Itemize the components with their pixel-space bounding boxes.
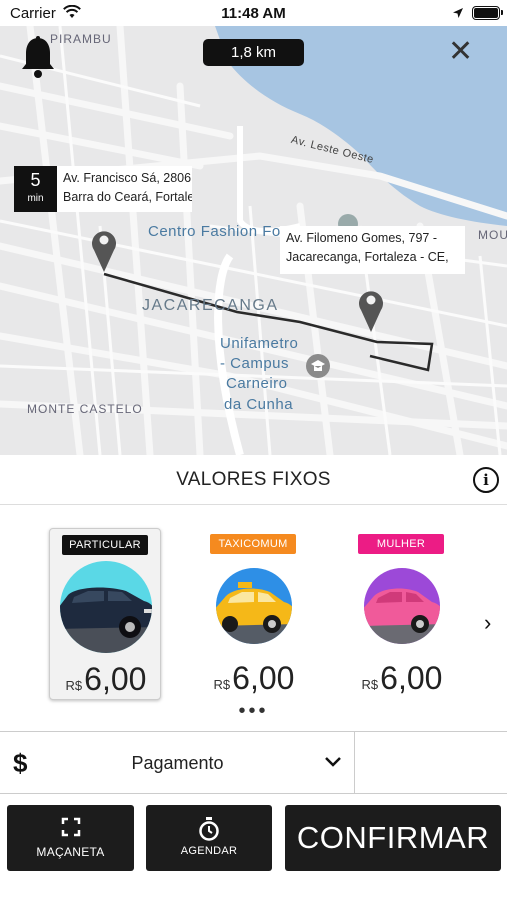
ride-price-mulher: R$6,00 [346, 660, 458, 697]
taxi-icon [216, 568, 292, 644]
destination-address[interactable]: Av. Filomeno Gomes, 797 - Jacarecanga, F… [280, 226, 465, 274]
origin-address-line2: Barra do Ceará, Fortaleza - [63, 190, 192, 204]
agendar-label: AGENDAR [180, 845, 238, 857]
currency-taxicomum: R$ [213, 677, 231, 692]
page-indicator-dots: ••• [238, 700, 269, 722]
currency-particular: R$ [65, 678, 83, 693]
battery-icon [472, 6, 503, 20]
chevron-right-icon[interactable]: › [484, 610, 491, 636]
map-label-poi2-line3: Carneiro [226, 375, 288, 392]
agendar-button[interactable]: AGENDAR [146, 805, 272, 871]
ride-badge-mulher: MULHER [358, 534, 444, 554]
map-label-right: MOU [478, 228, 507, 242]
expand-icon [7, 817, 134, 842]
ride-options: PARTICULAR R$6,00 TAXICOMUM R$6,00 MULHE… [0, 506, 507, 731]
eta-unit: min [27, 193, 44, 204]
map-label-poi: Centro Fashion Fo [148, 223, 281, 240]
confirm-label: CONFIRMAR [296, 820, 490, 855]
map-label-poi2-line1: Unifametro [220, 335, 299, 352]
ride-option-particular[interactable]: PARTICULAR R$6,00 [49, 528, 161, 700]
dollar-icon: $ [13, 748, 28, 778]
confirm-button[interactable]: CONFIRMAR [285, 805, 501, 871]
ride-option-taxicomum[interactable]: TAXICOMUM R$6,00 [198, 528, 310, 700]
status-time: 11:48 AM [221, 5, 286, 22]
map-label-monte-castelo: MONTE CASTELO [27, 402, 143, 416]
macaneta-label: MAÇANETA [36, 845, 105, 859]
ride-option-mulher[interactable]: MULHER R$6,00 [346, 528, 458, 700]
macaneta-button[interactable]: MAÇANETA [7, 805, 134, 871]
car-particular-icon [60, 561, 152, 653]
close-icon[interactable]: ✕ [448, 37, 473, 67]
origin-address[interactable]: Av. Francisco Sá, 2806 - Barra do Ceará,… [57, 166, 192, 212]
destination-address-line2: Jacarecanga, Fortaleza - CE, [286, 250, 449, 264]
info-icon[interactable]: i [473, 467, 499, 493]
route-map[interactable]: PIRAMBU Av. Leste Oeste Centro Fashion F… [0, 26, 507, 455]
map-label-poi2-line2: - Campus [220, 355, 290, 372]
location-arrow-icon [452, 6, 464, 24]
payment-label: Pagamento [131, 753, 224, 773]
ride-badge-particular: PARTICULAR [62, 535, 148, 555]
ride-price-taxicomum: R$6,00 [198, 660, 310, 697]
ride-price-particular: R$6,00 [50, 661, 162, 698]
ride-badge-taxicomum: TAXICOMUM [210, 534, 296, 554]
stopwatch-icon [146, 817, 272, 846]
origin-address-line1: Av. Francisco Sá, 2806 - [63, 171, 192, 185]
notification-bell-icon[interactable] [20, 36, 56, 83]
destination-pin-icon[interactable] [357, 286, 385, 337]
distance-badge: 1,8 km [203, 39, 304, 66]
price-value-particular: 6,00 [84, 661, 147, 697]
map-label-pirambu: PIRAMBU [50, 32, 112, 46]
fixed-values-header: VALORES FIXOS [0, 455, 507, 505]
status-bar: Carrier 11:48 AM [0, 0, 507, 26]
payment-selector[interactable]: $ Pagamento [0, 732, 355, 794]
destination-address-line1: Av. Filomeno Gomes, 797 - [286, 231, 437, 245]
currency-mulher: R$ [361, 677, 379, 692]
eta-value: 5 [30, 170, 41, 190]
map-label-poi2-line4: da Cunha [224, 396, 294, 413]
payment-row: $ Pagamento [0, 731, 507, 794]
fixed-values-title: VALORES FIXOS [176, 469, 331, 490]
origin-pin-icon[interactable] [90, 226, 118, 277]
eta-badge: 5 min [14, 166, 57, 212]
price-value-taxicomum: 6,00 [232, 660, 295, 696]
chevron-down-icon [325, 754, 341, 772]
price-value-mulher: 6,00 [380, 660, 443, 696]
map-label-neighborhood: JACARECANGA [142, 297, 279, 314]
car-mulher-icon [364, 568, 440, 644]
